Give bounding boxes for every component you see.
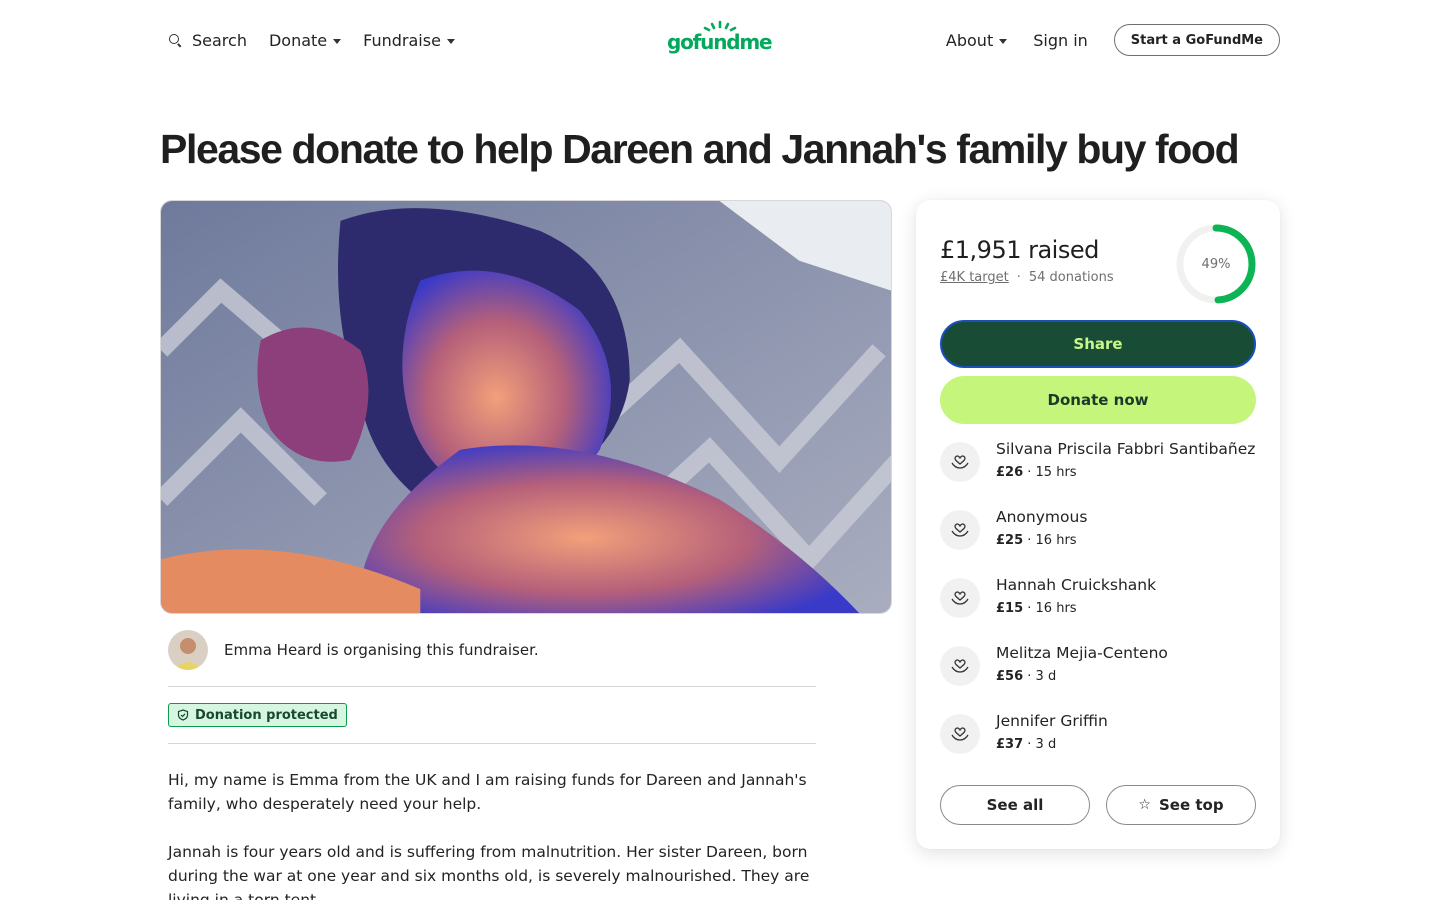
- donor-item: Hannah Cruickshank £15 · 16 hrs: [940, 576, 1256, 624]
- donor-name: Jennifer Griffin: [996, 712, 1108, 730]
- fundraise-menu[interactable]: Fundraise: [363, 28, 455, 52]
- donor-meta: £37 · 3 d: [996, 737, 1056, 752]
- nav-left: Search Donate Fundraise: [168, 28, 477, 52]
- search-icon: [168, 33, 182, 47]
- story-paragraph: Hi, my name is Emma from the UK and I am…: [168, 771, 807, 813]
- donor-time: · 16 hrs: [1023, 533, 1077, 548]
- donor-meta: £26 · 15 hrs: [996, 465, 1077, 480]
- sign-in-label: Sign in: [1033, 30, 1088, 50]
- start-gofundme-button[interactable]: Start a GoFundMe: [1113, 24, 1280, 56]
- donor-meta: £25 · 16 hrs: [996, 533, 1077, 548]
- campaign-story: Hi, my name is Emma from the UK and I am…: [168, 768, 828, 900]
- donor-item: Melitza Mejia-Centeno £56 · 3 d: [940, 644, 1256, 692]
- logo-text: gofundme: [667, 30, 773, 54]
- donor-amount: £37: [996, 737, 1024, 752]
- sign-in-link[interactable]: Sign in: [1033, 28, 1088, 52]
- chevron-down-icon: [446, 38, 455, 44]
- donor-item: Silvana Priscila Fabbri Santibañez £26 ·…: [940, 440, 1256, 488]
- organiser-row[interactable]: Emma Heard is organising this fundraiser…: [168, 630, 539, 670]
- about-menu[interactable]: About: [945, 28, 1008, 52]
- see-top-button[interactable]: ☆ See top: [1106, 785, 1256, 825]
- story-paragraph: Jannah is four years old and is sufferin…: [168, 843, 810, 900]
- donate-menu-label: Donate: [268, 30, 328, 50]
- heart-hand-icon: [940, 714, 980, 754]
- donate-menu[interactable]: Donate: [268, 28, 342, 52]
- donor-item: Jennifer Griffin £37 · 3 d: [940, 712, 1256, 760]
- organiser-text: Emma Heard is organising this fundraiser…: [224, 641, 539, 659]
- donor-amount: £15: [996, 601, 1024, 616]
- heart-hand-icon: [940, 442, 980, 482]
- gofundme-logo[interactable]: gofundme: [667, 20, 775, 60]
- chevron-down-icon: [999, 38, 1008, 44]
- progress-percent: 49%: [1201, 256, 1231, 272]
- about-menu-label: About: [945, 30, 994, 50]
- site-header: Search Donate Fundraise gofundme About S…: [0, 0, 1440, 80]
- donor-amount: £26: [996, 465, 1024, 480]
- search-label: Search: [192, 30, 247, 50]
- donation-protected-badge[interactable]: Donation protected: [168, 703, 347, 727]
- heart-hand-icon: [940, 510, 980, 550]
- donor-meta: £56 · 3 d: [996, 669, 1056, 684]
- target-link[interactable]: £4K target: [940, 270, 1009, 285]
- donor-name: Melitza Mejia-Centeno: [996, 644, 1168, 662]
- donor-meta: £15 · 16 hrs: [996, 601, 1077, 616]
- search-link[interactable]: Search: [168, 28, 247, 52]
- divider: [168, 743, 816, 744]
- campaign-hero-image[interactable]: [160, 200, 892, 614]
- donor-name: Silvana Priscila Fabbri Santibañez: [996, 440, 1256, 458]
- divider: [168, 686, 816, 687]
- star-icon: ☆: [1138, 797, 1151, 813]
- donor-amount: £25: [996, 533, 1024, 548]
- shield-icon: [177, 709, 189, 721]
- share-button[interactable]: Share: [940, 320, 1256, 368]
- fundraise-menu-label: Fundraise: [363, 30, 441, 50]
- donor-time: · 15 hrs: [1023, 465, 1077, 480]
- see-all-button[interactable]: See all: [940, 785, 1090, 825]
- see-top-label: See top: [1158, 796, 1224, 814]
- hero-photo: [161, 201, 891, 613]
- raised-meta: £4K target · 54 donations: [940, 270, 1114, 285]
- donor-name: Anonymous: [996, 508, 1088, 526]
- donor-amount: £56: [996, 669, 1024, 684]
- heart-hand-icon: [940, 578, 980, 618]
- separator-dot: ·: [1016, 270, 1021, 285]
- donate-now-button[interactable]: Donate now: [940, 376, 1256, 424]
- page-title: Please donate to help Dareen and Jannah'…: [160, 126, 1240, 172]
- donor-item: Anonymous £25 · 16 hrs: [940, 508, 1256, 556]
- donor-time: · 3 d: [1023, 669, 1057, 684]
- avatar[interactable]: [168, 630, 208, 670]
- chevron-down-icon: [333, 38, 342, 44]
- nav-right: About Sign in Start a GoFundMe: [946, 24, 1280, 56]
- donor-time: · 3 d: [1023, 737, 1057, 752]
- donor-name: Hannah Cruickshank: [996, 576, 1157, 594]
- donation-card: £1,951 raised £4K target · 54 donations …: [916, 200, 1280, 849]
- heart-hand-icon: [940, 646, 980, 686]
- amount-raised: £1,951 raised: [940, 236, 1099, 264]
- badge-label: Donation protected: [195, 707, 338, 723]
- donations-count: 54 donations: [1028, 270, 1114, 285]
- donor-time: · 16 hrs: [1023, 601, 1077, 616]
